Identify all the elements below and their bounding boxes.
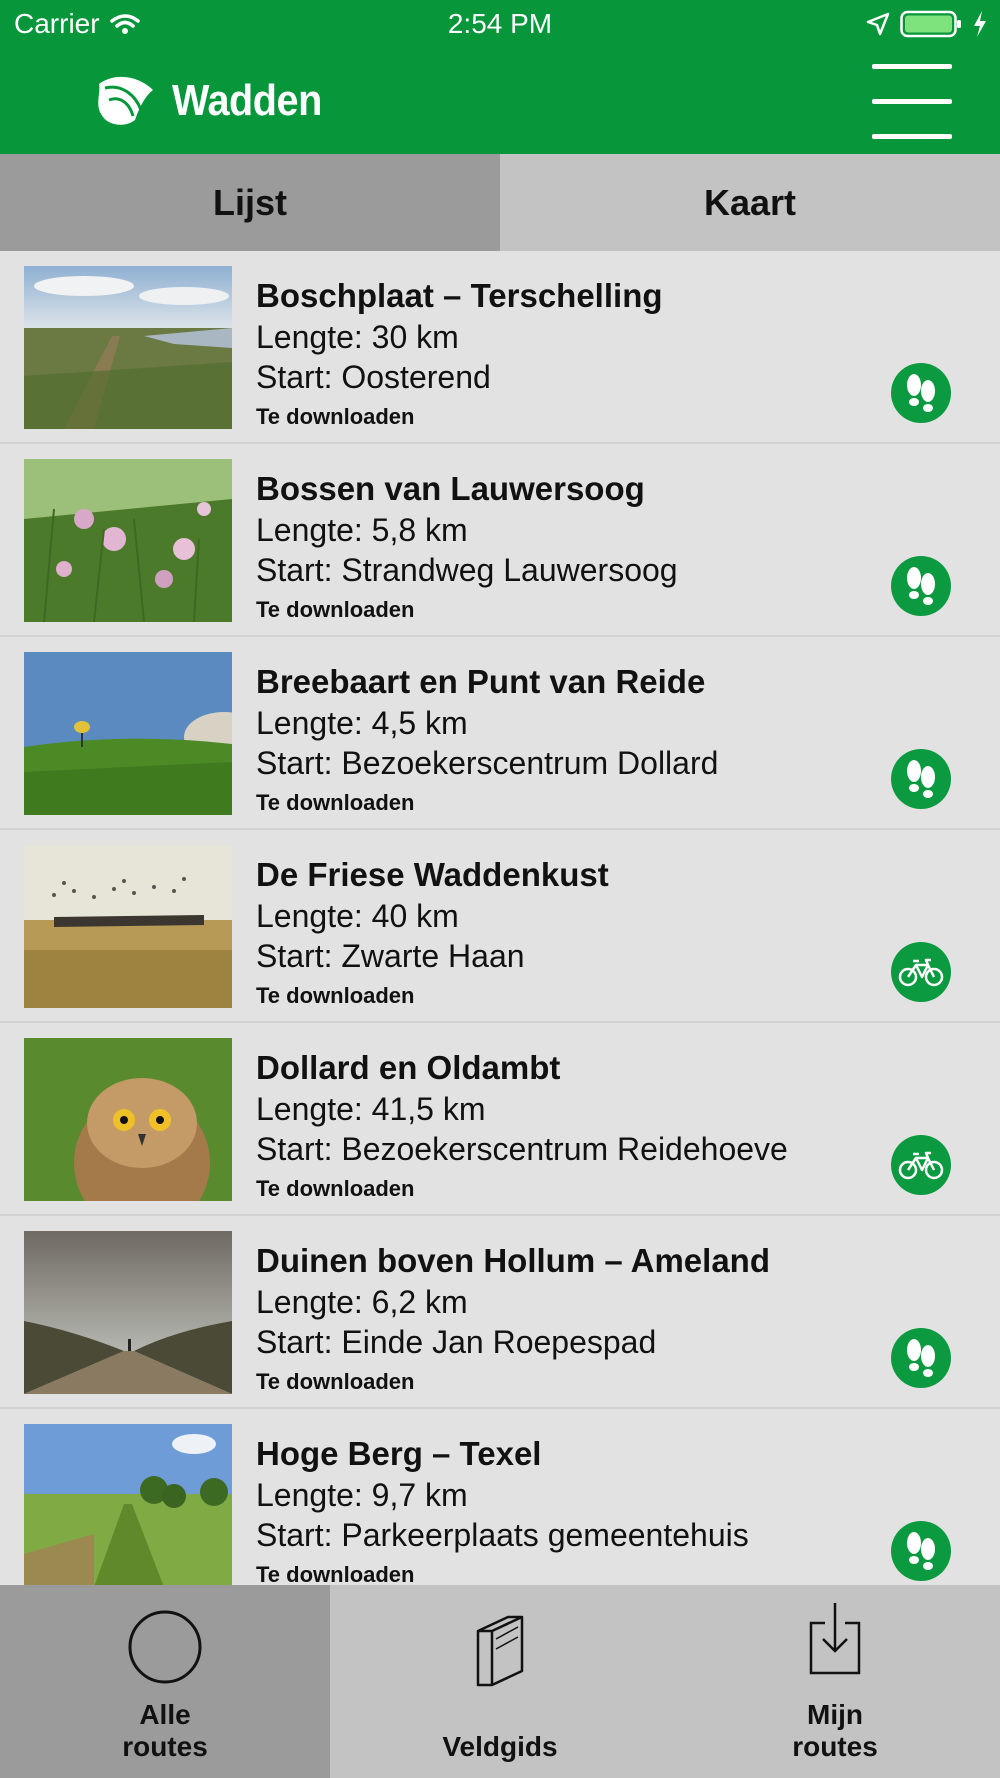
status-time: 2:54 PM bbox=[447, 8, 553, 39]
route-name: Dollard en Oldambt bbox=[256, 1049, 561, 1086]
tab-all-routes-label: Alle routes bbox=[122, 1699, 208, 1762]
segment-map[interactable]: Kaart bbox=[500, 154, 1000, 251]
book-icon bbox=[476, 1615, 524, 1687]
route-start: Start: Einde Jan Roepespad bbox=[256, 1324, 657, 1360]
route-list-item[interactable]: Dollard en Oldambt Lengte: 41,5 km Start… bbox=[0, 1023, 1000, 1216]
route-thumbnail bbox=[24, 1424, 232, 1585]
battery-icon bbox=[900, 10, 961, 38]
route-thumbnail bbox=[24, 266, 232, 429]
route-thumbnail bbox=[24, 1038, 232, 1201]
route-list-item[interactable]: De Friese Waddenkust Lengte: 40 km Start… bbox=[0, 830, 1000, 1023]
route-start: Start: Bezoekerscentrum Dollard bbox=[256, 745, 719, 781]
bicycle-icon bbox=[891, 1135, 951, 1195]
route-download-status: Te downloaden bbox=[256, 1562, 415, 1585]
status-bar: Carrier 2:54 PM bbox=[0, 0, 1000, 50]
charging-bolt-icon bbox=[974, 11, 986, 37]
route-length: Lengte: 41,5 km bbox=[256, 1091, 486, 1127]
tab-field-guide-label: Veldgids bbox=[442, 1731, 558, 1762]
route-start: Start: Oosterend bbox=[256, 359, 491, 395]
tab-field-guide[interactable]: Veldgids bbox=[330, 1585, 670, 1778]
app-title: Wadden bbox=[172, 76, 322, 125]
route-name: Boschplaat – Terschelling bbox=[256, 277, 663, 314]
segment-list[interactable]: Lijst bbox=[0, 154, 500, 251]
route-start: Start: Parkeerplaats gemeentehuis bbox=[256, 1517, 749, 1553]
route-name: Duinen boven Hollum – Ameland bbox=[256, 1242, 770, 1279]
bicycle-icon bbox=[891, 942, 951, 1002]
route-length: Lengte: 6,2 km bbox=[256, 1284, 468, 1320]
route-length: Lengte: 30 km bbox=[256, 319, 459, 355]
route-list[interactable]: Boschplaat – Terschelling Lengte: 30 km … bbox=[0, 251, 1000, 1585]
route-length: Lengte: 40 km bbox=[256, 898, 459, 934]
footprints-icon bbox=[891, 1328, 951, 1388]
route-thumbnail bbox=[24, 1231, 232, 1394]
route-list-item[interactable]: Duinen boven Hollum – Ameland Lengte: 6,… bbox=[0, 1216, 1000, 1409]
route-name: Hoge Berg – Texel bbox=[256, 1435, 542, 1472]
download-icon bbox=[809, 1603, 861, 1675]
route-list-item[interactable]: Breebaart en Punt van Reide Lengte: 4,5 … bbox=[0, 637, 1000, 830]
location-arrow-icon bbox=[866, 12, 890, 36]
route-download-status: Te downloaden bbox=[256, 790, 415, 815]
route-list-item[interactable]: Hoge Berg – Texel Lengte: 9,7 km Start: … bbox=[0, 1409, 1000, 1585]
hamburger-menu-icon[interactable] bbox=[872, 64, 952, 140]
tab-bar: Alle routes Veldgids Mijn routes bbox=[0, 1585, 1000, 1778]
route-download-status: Te downloaden bbox=[256, 1176, 415, 1201]
circle-icon bbox=[128, 1610, 202, 1684]
route-name: Breebaart en Punt van Reide bbox=[256, 663, 706, 700]
footprints-icon bbox=[891, 1521, 951, 1581]
route-start: Start: Bezoekerscentrum Reidehoeve bbox=[256, 1131, 788, 1167]
route-thumbnail bbox=[24, 652, 232, 815]
route-list-item[interactable]: Bossen van Lauwersoog Lengte: 5,8 km Sta… bbox=[0, 444, 1000, 637]
nav-bar: Wadden bbox=[0, 50, 1000, 154]
route-length: Lengte: 9,7 km bbox=[256, 1477, 468, 1513]
route-name: Bossen van Lauwersoog bbox=[256, 470, 645, 507]
route-start: Start: Zwarte Haan bbox=[256, 938, 525, 974]
route-download-status: Te downloaden bbox=[256, 597, 415, 622]
footprints-icon bbox=[891, 363, 951, 423]
route-list-item[interactable]: Boschplaat – Terschelling Lengte: 30 km … bbox=[0, 251, 1000, 444]
status-right-icons bbox=[866, 10, 988, 38]
tab-all-routes[interactable]: Alle routes bbox=[0, 1585, 330, 1778]
route-start: Start: Strandweg Lauwersoog bbox=[256, 552, 678, 588]
route-download-status: Te downloaden bbox=[256, 1369, 415, 1394]
route-download-status: Te downloaden bbox=[256, 983, 415, 1008]
tab-my-routes-label: Mijn routes bbox=[792, 1699, 878, 1762]
route-name: De Friese Waddenkust bbox=[256, 856, 609, 893]
leaf-logo-icon bbox=[98, 76, 153, 125]
footprints-icon bbox=[891, 556, 951, 616]
view-segmented-control: Lijst Kaart bbox=[0, 154, 1000, 251]
route-length: Lengte: 5,8 km bbox=[256, 512, 468, 548]
footprints-icon bbox=[891, 749, 951, 809]
route-length: Lengte: 4,5 km bbox=[256, 705, 468, 741]
tab-my-routes[interactable]: Mijn routes bbox=[670, 1585, 1000, 1778]
route-thumbnail bbox=[24, 845, 232, 1008]
route-thumbnail bbox=[24, 459, 232, 622]
route-download-status: Te downloaden bbox=[256, 404, 415, 429]
